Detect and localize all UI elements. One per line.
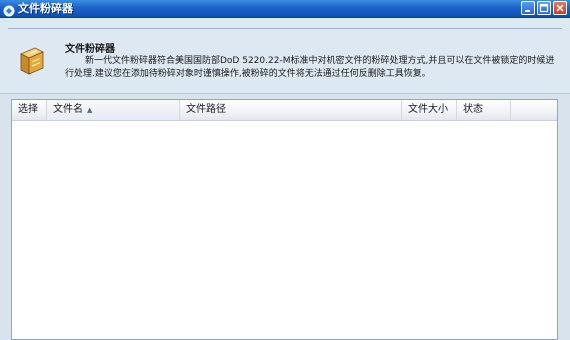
window-title: 文件粉碎器: [18, 2, 73, 15]
maximize-icon: [539, 3, 549, 13]
header-panel: 文件粉碎器 新一代文件粉碎器符合美国国防部DoD 5220.22-M标准中对机密…: [0, 18, 570, 94]
sort-ascending-icon: ▲: [87, 106, 93, 114]
title-bar[interactable]: 文件粉碎器: [0, 0, 570, 18]
close-icon: [556, 4, 564, 12]
close-button[interactable]: [553, 1, 567, 15]
table-header: 选择 文件名 ▲ 文件路径 文件大小 状态: [12, 100, 557, 121]
column-header-filepath[interactable]: 文件路径: [180, 100, 402, 120]
column-header-select[interactable]: 选择: [12, 100, 47, 120]
column-header-filename-label: 文件名: [53, 104, 83, 115]
column-header-status[interactable]: 状态: [457, 100, 511, 120]
column-header-filename[interactable]: 文件名 ▲: [47, 100, 180, 120]
column-header-filler: [511, 100, 557, 120]
table-body[interactable]: [12, 121, 557, 339]
file-table[interactable]: 选择 文件名 ▲ 文件路径 文件大小 状态: [11, 99, 558, 340]
app-icon: [3, 2, 15, 17]
minimize-button[interactable]: [521, 1, 535, 15]
maximize-button[interactable]: [537, 1, 551, 15]
header-description: 新一代文件粉碎器符合美国国防部DoD 5220.22-M标准中对机密文件的粉碎处…: [65, 56, 555, 79]
header-title: 文件粉碎器: [65, 44, 115, 55]
column-header-filesize[interactable]: 文件大小: [402, 100, 457, 120]
minimize-icon: [525, 10, 530, 12]
shredder-icon: [17, 44, 47, 76]
header-divider: [8, 28, 562, 29]
